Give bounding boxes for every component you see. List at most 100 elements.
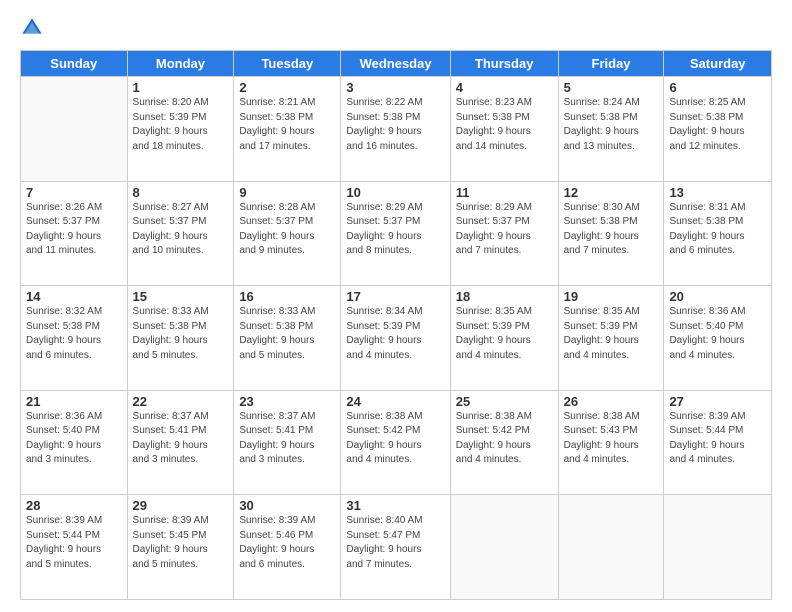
day-number: 31: [346, 498, 444, 513]
day-number: 23: [239, 394, 335, 409]
calendar-cell: 28Sunrise: 8:39 AMSunset: 5:44 PMDayligh…: [21, 495, 128, 600]
calendar: SundayMondayTuesdayWednesdayThursdayFrid…: [20, 50, 772, 600]
calendar-week-5: 28Sunrise: 8:39 AMSunset: 5:44 PMDayligh…: [21, 495, 772, 600]
day-info: Sunrise: 8:22 AMSunset: 5:38 PMDaylight:…: [346, 96, 444, 154]
calendar-cell: 4Sunrise: 8:23 AMSunset: 5:38 PMDaylight…: [450, 77, 558, 182]
calendar-week-1: 1Sunrise: 8:20 AMSunset: 5:39 PMDaylight…: [21, 77, 772, 182]
day-number: 8: [133, 185, 229, 200]
day-number: 4: [456, 80, 553, 95]
header: [20, 16, 772, 40]
day-info: Sunrise: 8:36 AMSunset: 5:40 PMDaylight:…: [26, 410, 122, 468]
calendar-cell: 26Sunrise: 8:38 AMSunset: 5:43 PMDayligh…: [558, 390, 664, 495]
day-number: 27: [669, 394, 766, 409]
day-info: Sunrise: 8:35 AMSunset: 5:39 PMDaylight:…: [564, 305, 659, 363]
day-number: 18: [456, 289, 553, 304]
day-info: Sunrise: 8:35 AMSunset: 5:39 PMDaylight:…: [456, 305, 553, 363]
day-number: 12: [564, 185, 659, 200]
day-number: 9: [239, 185, 335, 200]
calendar-cell: 9Sunrise: 8:28 AMSunset: 5:37 PMDaylight…: [234, 181, 341, 286]
day-info: Sunrise: 8:38 AMSunset: 5:43 PMDaylight:…: [564, 410, 659, 468]
calendar-week-3: 14Sunrise: 8:32 AMSunset: 5:38 PMDayligh…: [21, 286, 772, 391]
calendar-cell: 14Sunrise: 8:32 AMSunset: 5:38 PMDayligh…: [21, 286, 128, 391]
day-info: Sunrise: 8:39 AMSunset: 5:46 PMDaylight:…: [239, 514, 335, 572]
calendar-cell: [450, 495, 558, 600]
calendar-cell: 1Sunrise: 8:20 AMSunset: 5:39 PMDaylight…: [127, 77, 234, 182]
day-number: 19: [564, 289, 659, 304]
day-number: 14: [26, 289, 122, 304]
calendar-header-tuesday: Tuesday: [234, 51, 341, 77]
day-info: Sunrise: 8:26 AMSunset: 5:37 PMDaylight:…: [26, 201, 122, 259]
day-number: 15: [133, 289, 229, 304]
day-number: 21: [26, 394, 122, 409]
day-info: Sunrise: 8:31 AMSunset: 5:38 PMDaylight:…: [669, 201, 766, 259]
day-info: Sunrise: 8:38 AMSunset: 5:42 PMDaylight:…: [346, 410, 444, 468]
calendar-cell: 19Sunrise: 8:35 AMSunset: 5:39 PMDayligh…: [558, 286, 664, 391]
calendar-cell: [21, 77, 128, 182]
calendar-header-row: SundayMondayTuesdayWednesdayThursdayFrid…: [21, 51, 772, 77]
day-number: 13: [669, 185, 766, 200]
day-info: Sunrise: 8:29 AMSunset: 5:37 PMDaylight:…: [456, 201, 553, 259]
day-info: Sunrise: 8:29 AMSunset: 5:37 PMDaylight:…: [346, 201, 444, 259]
day-info: Sunrise: 8:24 AMSunset: 5:38 PMDaylight:…: [564, 96, 659, 154]
calendar-cell: 8Sunrise: 8:27 AMSunset: 5:37 PMDaylight…: [127, 181, 234, 286]
calendar-week-4: 21Sunrise: 8:36 AMSunset: 5:40 PMDayligh…: [21, 390, 772, 495]
day-info: Sunrise: 8:33 AMSunset: 5:38 PMDaylight:…: [239, 305, 335, 363]
calendar-cell: 17Sunrise: 8:34 AMSunset: 5:39 PMDayligh…: [341, 286, 450, 391]
page: SundayMondayTuesdayWednesdayThursdayFrid…: [0, 0, 792, 612]
day-info: Sunrise: 8:37 AMSunset: 5:41 PMDaylight:…: [239, 410, 335, 468]
calendar-cell: 15Sunrise: 8:33 AMSunset: 5:38 PMDayligh…: [127, 286, 234, 391]
calendar-cell: 16Sunrise: 8:33 AMSunset: 5:38 PMDayligh…: [234, 286, 341, 391]
day-info: Sunrise: 8:39 AMSunset: 5:44 PMDaylight:…: [669, 410, 766, 468]
day-info: Sunrise: 8:28 AMSunset: 5:37 PMDaylight:…: [239, 201, 335, 259]
calendar-header-wednesday: Wednesday: [341, 51, 450, 77]
calendar-cell: [558, 495, 664, 600]
day-number: 26: [564, 394, 659, 409]
day-info: Sunrise: 8:39 AMSunset: 5:45 PMDaylight:…: [133, 514, 229, 572]
calendar-header-friday: Friday: [558, 51, 664, 77]
day-number: 11: [456, 185, 553, 200]
calendar-week-2: 7Sunrise: 8:26 AMSunset: 5:37 PMDaylight…: [21, 181, 772, 286]
calendar-cell: 6Sunrise: 8:25 AMSunset: 5:38 PMDaylight…: [664, 77, 772, 182]
calendar-cell: 29Sunrise: 8:39 AMSunset: 5:45 PMDayligh…: [127, 495, 234, 600]
calendar-cell: 23Sunrise: 8:37 AMSunset: 5:41 PMDayligh…: [234, 390, 341, 495]
day-info: Sunrise: 8:36 AMSunset: 5:40 PMDaylight:…: [669, 305, 766, 363]
day-number: 24: [346, 394, 444, 409]
calendar-cell: 31Sunrise: 8:40 AMSunset: 5:47 PMDayligh…: [341, 495, 450, 600]
day-number: 3: [346, 80, 444, 95]
day-info: Sunrise: 8:39 AMSunset: 5:44 PMDaylight:…: [26, 514, 122, 572]
calendar-cell: 24Sunrise: 8:38 AMSunset: 5:42 PMDayligh…: [341, 390, 450, 495]
day-info: Sunrise: 8:21 AMSunset: 5:38 PMDaylight:…: [239, 96, 335, 154]
day-info: Sunrise: 8:27 AMSunset: 5:37 PMDaylight:…: [133, 201, 229, 259]
calendar-cell: 25Sunrise: 8:38 AMSunset: 5:42 PMDayligh…: [450, 390, 558, 495]
day-number: 16: [239, 289, 335, 304]
calendar-header-thursday: Thursday: [450, 51, 558, 77]
day-number: 25: [456, 394, 553, 409]
calendar-cell: 27Sunrise: 8:39 AMSunset: 5:44 PMDayligh…: [664, 390, 772, 495]
calendar-cell: 30Sunrise: 8:39 AMSunset: 5:46 PMDayligh…: [234, 495, 341, 600]
calendar-cell: 18Sunrise: 8:35 AMSunset: 5:39 PMDayligh…: [450, 286, 558, 391]
logo: [20, 16, 46, 40]
day-number: 2: [239, 80, 335, 95]
day-number: 28: [26, 498, 122, 513]
calendar-cell: 13Sunrise: 8:31 AMSunset: 5:38 PMDayligh…: [664, 181, 772, 286]
day-info: Sunrise: 8:25 AMSunset: 5:38 PMDaylight:…: [669, 96, 766, 154]
day-number: 5: [564, 80, 659, 95]
calendar-cell: 3Sunrise: 8:22 AMSunset: 5:38 PMDaylight…: [341, 77, 450, 182]
day-number: 10: [346, 185, 444, 200]
day-info: Sunrise: 8:30 AMSunset: 5:38 PMDaylight:…: [564, 201, 659, 259]
day-info: Sunrise: 8:23 AMSunset: 5:38 PMDaylight:…: [456, 96, 553, 154]
calendar-cell: 21Sunrise: 8:36 AMSunset: 5:40 PMDayligh…: [21, 390, 128, 495]
day-info: Sunrise: 8:40 AMSunset: 5:47 PMDaylight:…: [346, 514, 444, 572]
day-info: Sunrise: 8:34 AMSunset: 5:39 PMDaylight:…: [346, 305, 444, 363]
calendar-cell: 10Sunrise: 8:29 AMSunset: 5:37 PMDayligh…: [341, 181, 450, 286]
calendar-cell: [664, 495, 772, 600]
calendar-header-saturday: Saturday: [664, 51, 772, 77]
day-info: Sunrise: 8:33 AMSunset: 5:38 PMDaylight:…: [133, 305, 229, 363]
day-number: 20: [669, 289, 766, 304]
day-number: 1: [133, 80, 229, 95]
day-number: 6: [669, 80, 766, 95]
calendar-header-sunday: Sunday: [21, 51, 128, 77]
calendar-cell: 22Sunrise: 8:37 AMSunset: 5:41 PMDayligh…: [127, 390, 234, 495]
logo-icon: [20, 16, 44, 40]
day-number: 22: [133, 394, 229, 409]
